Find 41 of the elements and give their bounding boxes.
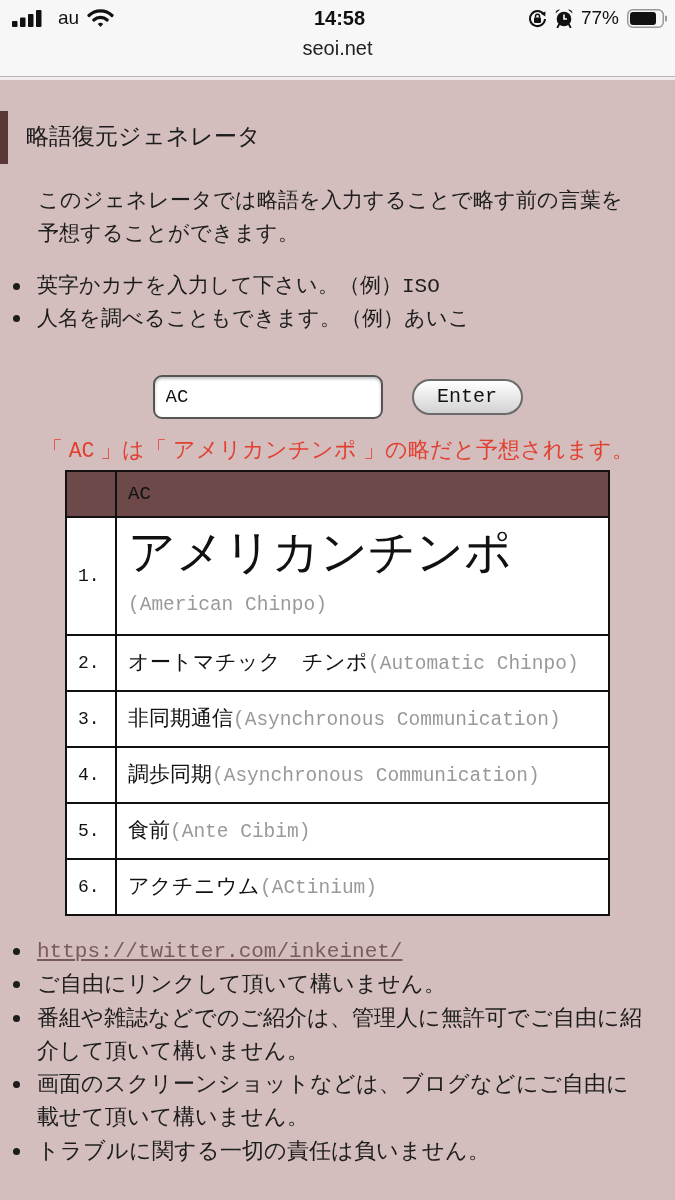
intro-paragraph: このジェネレータでは略語を入力することで略す前の言葉を予想することができます。 — [38, 187, 624, 246]
rank-cell: 2. — [66, 635, 116, 691]
bullet-icon — [13, 314, 20, 322]
bullet-item: 番組や雑誌などでのご紹介は、管理人に無許可でご自由に紹介して頂いて構いません。 — [37, 1004, 642, 1065]
battery-percent: 77% — [580, 7, 619, 29]
bullet-item: 画面のスクリーンショットなどは、ブログなどにご自由に載せて頂いて構いません。 — [37, 1071, 630, 1132]
rank-cell: 3. — [66, 691, 116, 747]
enter-button[interactable]: Enter — [411, 379, 523, 415]
result-cell: 調歩同期(Asynchronous Communication) — [116, 747, 609, 803]
bullet-item: トラブルに関する一切の責任は負いません。 — [37, 1137, 491, 1165]
wifi-icon — [87, 8, 115, 28]
result-cell: アメリカンチンポ (American Chinpo) — [116, 517, 609, 635]
bullet-icon — [13, 1147, 20, 1155]
rank-cell: 1. — [66, 517, 116, 635]
rotation-lock-icon — [527, 8, 547, 28]
bullet-item: 人名を調べることもできます。（例）あいこ — [37, 305, 470, 331]
result-cell: 食前(Ante Cibim) — [116, 803, 609, 859]
table-header-cell: AC — [116, 471, 609, 517]
battery-icon — [627, 8, 667, 28]
search-field[interactable]: AC — [152, 375, 383, 419]
result-cell: アクチニウム(ACtinium) — [116, 859, 609, 915]
result-cell: オートマチック チンポ(Automatic Chinpo) — [116, 635, 609, 691]
signal-icon — [12, 9, 42, 27]
bullet-icon — [13, 1081, 20, 1089]
bullet-icon — [13, 282, 20, 290]
bullet-item: ご自由にリンクして頂いて構いません。 — [37, 971, 447, 999]
clock-time: 14:58 — [313, 7, 366, 29]
bullet-icon — [13, 948, 20, 955]
address-text[interactable]: seoi.net — [302, 37, 373, 59]
bullet-icon — [13, 981, 20, 989]
rank-cell: 6. — [66, 859, 116, 915]
result-cell: 非同期通信(Asynchronous Communication) — [116, 691, 609, 747]
bullet-item: 英字かカナを入力して下さい。（例）ISO — [37, 272, 440, 300]
alarm-clock-icon — [554, 8, 573, 28]
table-header-cell — [66, 471, 116, 517]
carrier-label: au — [58, 7, 80, 29]
page-heading: 略語復元ジェネレータ — [0, 111, 675, 164]
bullet-icon — [13, 1014, 20, 1022]
result-message: 「 AC 」は「 アメリカンチンポ 」の略だと予想されます。 — [40, 437, 635, 465]
rank-cell: 4. — [66, 747, 116, 803]
rank-cell: 5. — [66, 803, 116, 859]
